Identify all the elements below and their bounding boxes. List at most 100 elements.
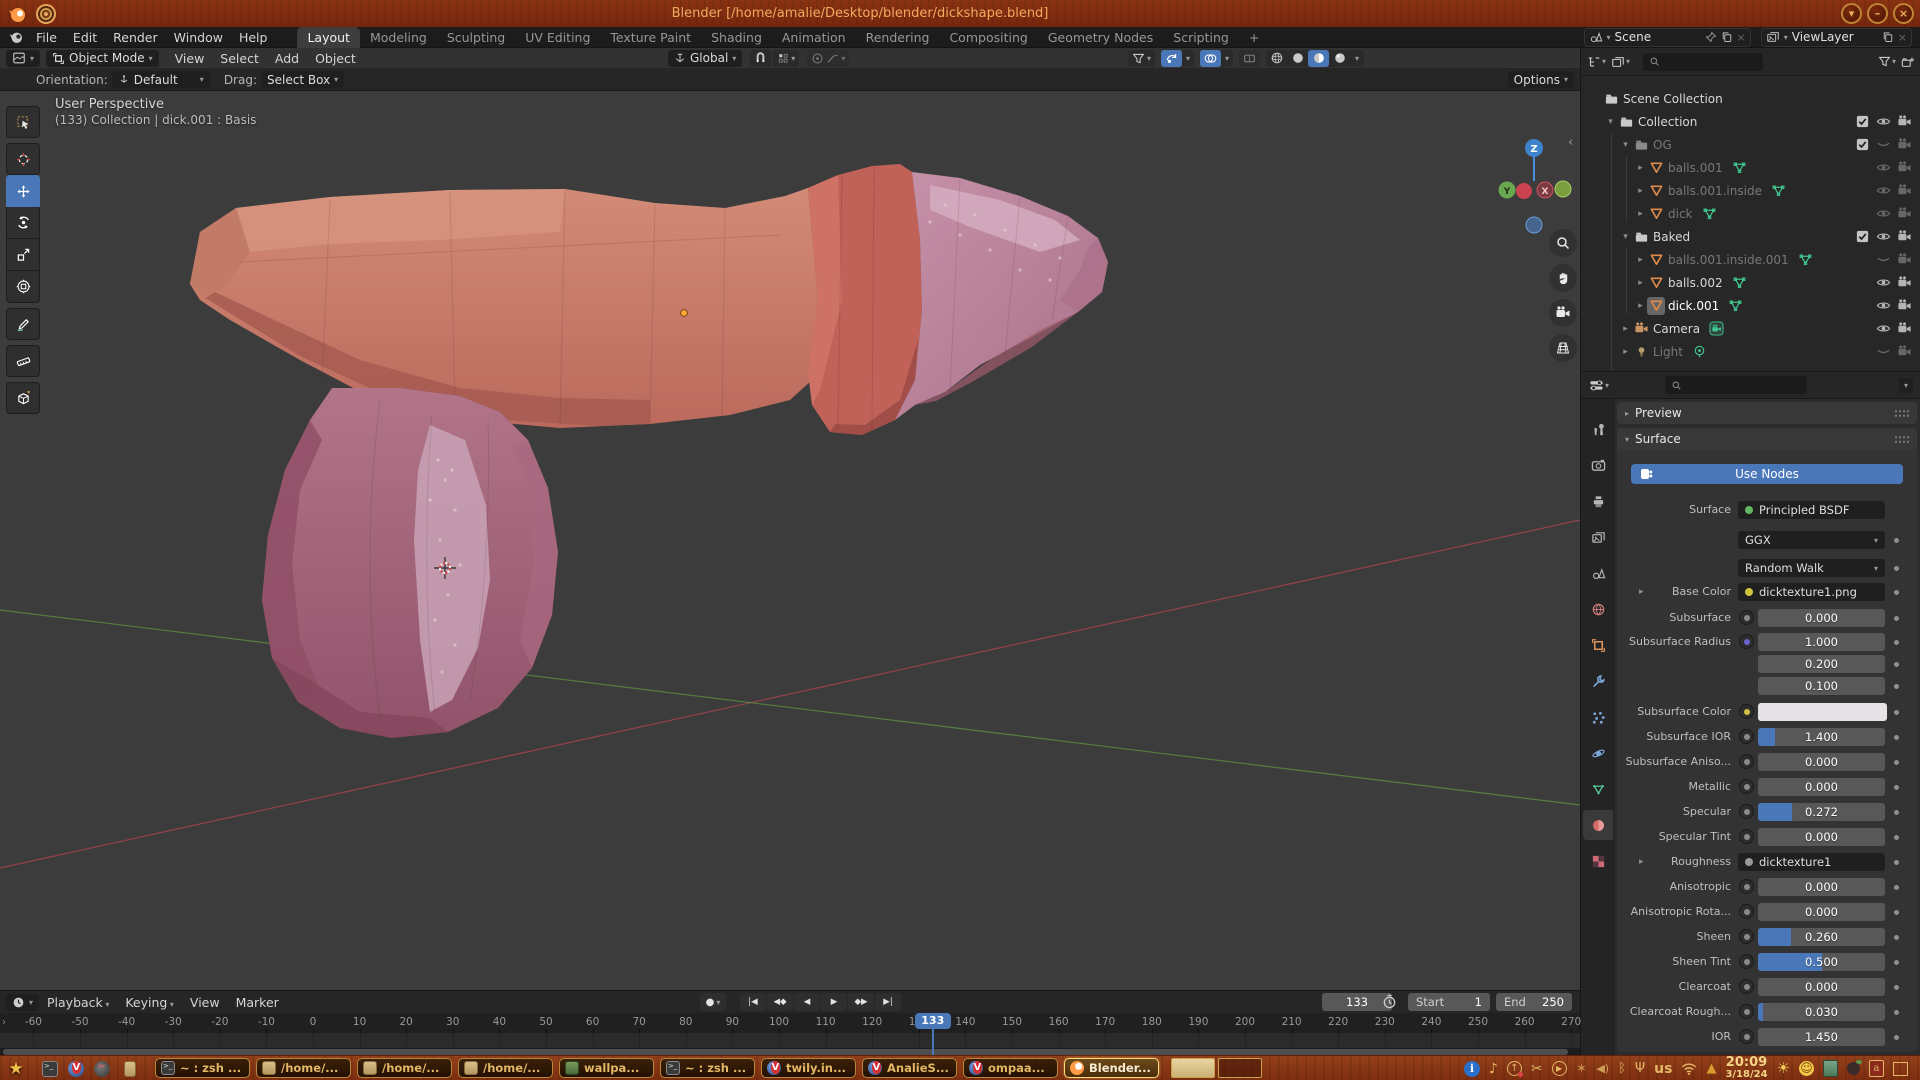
tray-volume-icon[interactable]: ◀)	[1596, 1063, 1609, 1074]
outliner-display-mode-button[interactable]: ▾	[1611, 55, 1630, 69]
timeline-menu-playback[interactable]: Playback ▾	[39, 995, 117, 1010]
tray-wifi-icon[interactable]	[1681, 1062, 1697, 1075]
viewlayer-selector[interactable]: ▾ ViewLayer ×	[1761, 28, 1912, 47]
workspace-tab-animation[interactable]: Animation	[772, 27, 856, 48]
animate-dot[interactable]	[1894, 810, 1899, 815]
render-visibility-icon[interactable]	[1894, 275, 1915, 290]
workspace-tab-compositing[interactable]: Compositing	[939, 27, 1037, 48]
outliner-row-balls-001-inside-001[interactable]: ▸balls.001.inside.001	[1581, 248, 1920, 271]
expander-icon[interactable]: ▸	[1634, 301, 1647, 311]
outliner-row-collection[interactable]: ▾Collection	[1581, 110, 1920, 133]
animate-dot[interactable]	[1894, 935, 1899, 940]
viewport-menu-add[interactable]: Add	[267, 51, 307, 66]
property-subsurface-ior-slider[interactable]: 1.400	[1758, 728, 1885, 746]
properties-options-dropdown[interactable]: ▾	[1899, 378, 1913, 393]
restore-button[interactable]: –	[1867, 3, 1888, 24]
property-subsurface-color-swatch[interactable]	[1758, 703, 1887, 721]
animate-dot[interactable]	[1894, 640, 1899, 645]
animate-dot[interactable]	[1894, 616, 1899, 621]
transport-prev-keyframe-button[interactable]: ◀◆	[767, 993, 793, 1011]
timeline-track[interactable]	[0, 1033, 1580, 1048]
dropdown-ggx[interactable]: GGX▾	[1738, 531, 1885, 549]
transport-play-forward-button[interactable]: ▶	[821, 993, 847, 1011]
stopwatch-icon[interactable]	[1382, 994, 1397, 1009]
tool-move-button[interactable]	[6, 175, 40, 207]
show-gizmo-toggle[interactable]	[1161, 50, 1182, 67]
property-base-color-field[interactable]: dicktexture1.png	[1738, 583, 1885, 601]
tray-idea-icon[interactable]: ✶	[1576, 1062, 1588, 1076]
outliner-editor-type-button[interactable]: ▾	[1587, 55, 1606, 69]
expander-icon[interactable]: ▸	[1634, 278, 1647, 288]
property-surface-field[interactable]: Principled BSDF	[1738, 501, 1885, 519]
property-clearcoat-rough--slider[interactable]: 0.030	[1758, 1003, 1885, 1021]
object-visibility-dropdown[interactable]: ▾	[1128, 50, 1155, 67]
eye-open-icon[interactable]	[1873, 206, 1894, 221]
outliner-row-light[interactable]: ▸Light	[1581, 340, 1920, 363]
animate-dot[interactable]	[1894, 684, 1899, 689]
orientation-dropdown[interactable]: Global ▾	[668, 50, 742, 67]
viewport-menu-object[interactable]: Object	[307, 51, 364, 66]
outliner-row-og[interactable]: ▾OG	[1581, 133, 1920, 156]
model-balls[interactable]	[262, 388, 558, 738]
outliner-row-camera[interactable]: ▸Camera	[1581, 317, 1920, 340]
tool-transform-button[interactable]	[6, 271, 40, 303]
property-anisotropic-rota--slider[interactable]: 0.000	[1758, 903, 1885, 921]
properties-search-input[interactable]	[1665, 376, 1807, 394]
tray-music-icon[interactable]: ♪	[1489, 1062, 1498, 1076]
eye-open-icon[interactable]	[1873, 114, 1894, 129]
render-visibility-icon[interactable]	[1894, 321, 1915, 336]
properties-editor-type-button[interactable]: ▾	[1589, 378, 1609, 393]
snap-toggle[interactable]	[750, 50, 771, 67]
timeline-expand-arrow[interactable]: ›	[2, 1017, 6, 1028]
scene-selector[interactable]: ▾ Scene ×	[1584, 28, 1751, 47]
animate-dot[interactable]	[1894, 662, 1899, 667]
viewport-menu-select[interactable]: Select	[212, 51, 267, 66]
orthographic-grid-button[interactable]	[1549, 334, 1577, 362]
outliner-row-dick[interactable]: ▸dick	[1581, 202, 1920, 225]
menu-file[interactable]: File	[28, 30, 65, 45]
workspace-tab-scripting[interactable]: Scripting	[1163, 27, 1239, 48]
property-ior-slider[interactable]: 1.450	[1758, 1028, 1885, 1046]
property-specular-tint-slider[interactable]: 0.000	[1758, 828, 1885, 846]
outliner-row-balls-001[interactable]: ▸balls.001	[1581, 156, 1920, 179]
animate-dot[interactable]	[1894, 835, 1899, 840]
snap-target-dropdown[interactable]: ▾	[773, 50, 799, 67]
workspace-tab-texture-paint[interactable]: Texture Paint	[600, 27, 701, 48]
workspace-tab-sculpting[interactable]: Sculpting	[437, 27, 515, 48]
tray-clock-icon[interactable]: 20:093/18/24	[1725, 1056, 1767, 1080]
workspace-tab-rendering[interactable]: Rendering	[856, 27, 940, 48]
timeline-ruler[interactable]: › -60-50-40-30-20-1001020304050607080901…	[0, 1013, 1580, 1033]
navigation-gizmo[interactable]: Z Y X	[1495, 103, 1580, 243]
property-subsurface-radius-slider-1[interactable]: 0.200	[1758, 655, 1885, 673]
expander-icon[interactable]: ▸	[1634, 186, 1647, 196]
animate-dot[interactable]	[1894, 1035, 1899, 1040]
options-button[interactable]: Options ▾	[1508, 71, 1574, 88]
expander-icon[interactable]: ▸	[1634, 209, 1647, 219]
workspace-tab-geometry-nodes[interactable]: Geometry Nodes	[1038, 27, 1163, 48]
render-visibility-icon[interactable]	[1894, 344, 1915, 359]
property-specular-slider[interactable]: 0.272	[1758, 803, 1885, 821]
tray-updates-icon[interactable]: ▲	[1706, 1062, 1716, 1075]
shading-dropdown[interactable]: ▾	[1350, 50, 1364, 67]
animate-dot[interactable]	[1894, 910, 1899, 915]
gizmo-dropdown[interactable]: ▾	[1182, 50, 1194, 67]
render-visibility-icon[interactable]	[1894, 252, 1915, 267]
workspace-tab-modeling[interactable]: Modeling	[360, 27, 437, 48]
taskbar-window-wallpa-[interactable]: wallpa...	[559, 1058, 654, 1078]
eye-open-icon[interactable]	[1873, 183, 1894, 198]
taskbar-window-blender-[interactable]: Blender...	[1064, 1058, 1159, 1078]
shading-wireframe-button[interactable]	[1266, 50, 1287, 67]
outliner-search-input[interactable]	[1643, 53, 1763, 71]
tool-annotate-button[interactable]	[6, 308, 40, 340]
tray-keyboard-icon[interactable]: us	[1654, 1062, 1672, 1076]
transport-play-reverse-button[interactable]: ◀	[794, 993, 820, 1011]
taskbar-window--home-[interactable]: /home/...	[256, 1058, 351, 1078]
tray-show-desktop-icon[interactable]	[1893, 1062, 1908, 1076]
property-subsurface-slider[interactable]: 0.000	[1758, 609, 1885, 627]
taskbar-window-ompaa-[interactable]: ompaa...	[963, 1058, 1058, 1078]
animate-dot[interactable]	[1894, 735, 1899, 740]
viewport-canvas[interactable]	[0, 91, 1580, 990]
blender-menu-icon[interactable]	[8, 29, 24, 45]
render-visibility-icon[interactable]	[1894, 137, 1915, 152]
dropdown-random-walk[interactable]: Random Walk▾	[1738, 559, 1885, 577]
